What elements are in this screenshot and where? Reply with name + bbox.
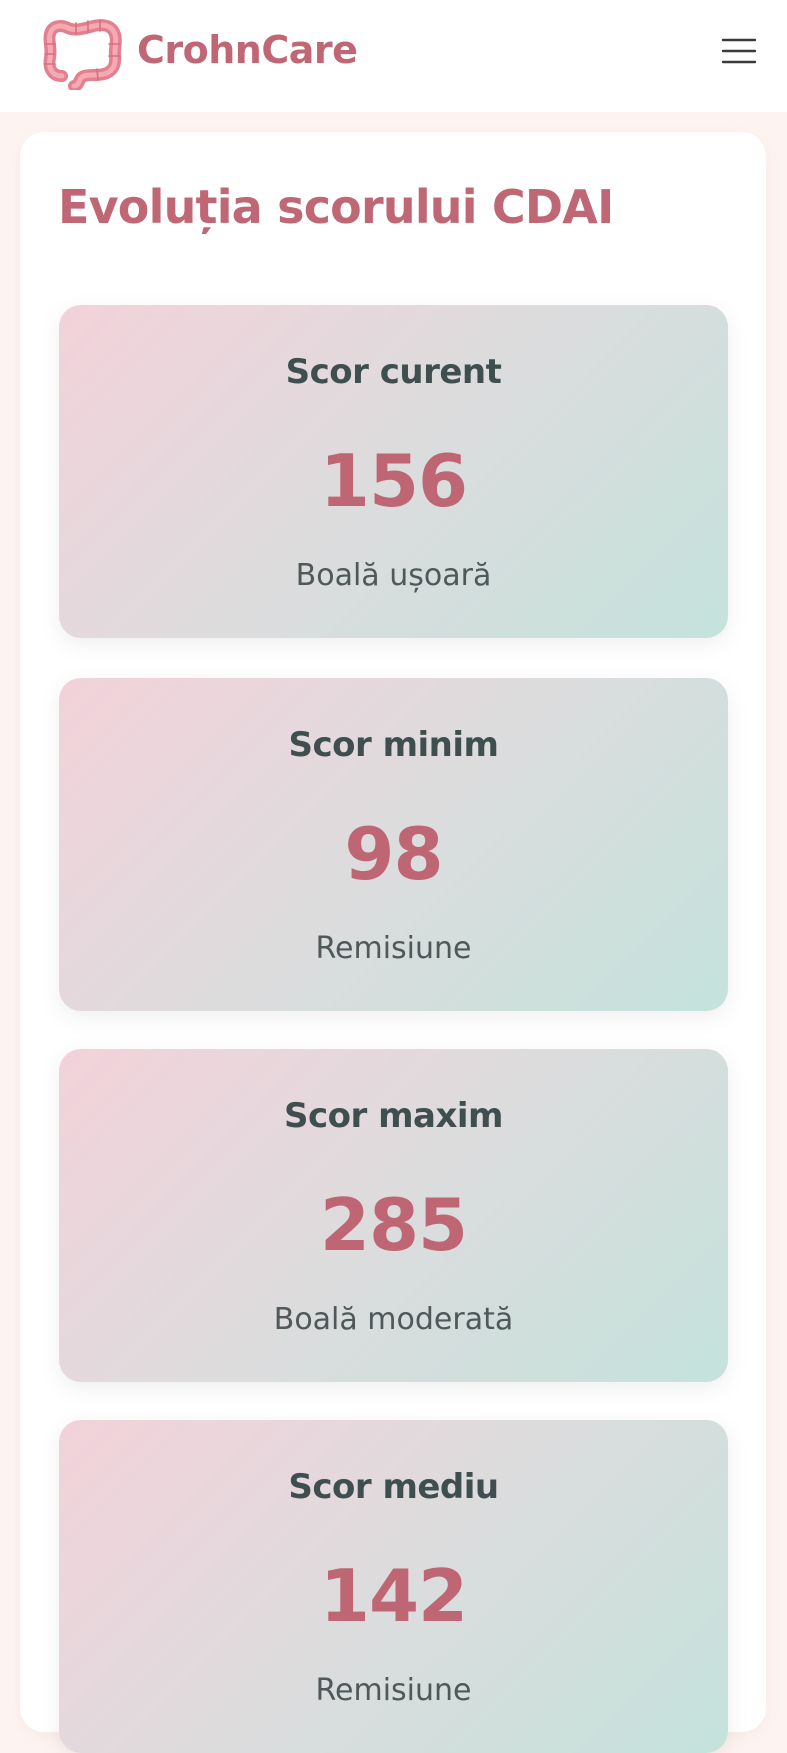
stat-label: Scor curent xyxy=(285,352,502,392)
brand-name[interactable]: CrohnCare xyxy=(137,24,358,76)
intestine-icon[interactable] xyxy=(42,14,122,92)
hamburger-menu-icon[interactable] xyxy=(718,34,760,68)
page-title: Evoluția scorului CDAI xyxy=(58,180,614,234)
stat-value: 285 xyxy=(319,1183,468,1267)
stat-value: 98 xyxy=(344,812,443,896)
stat-value: 142 xyxy=(319,1554,468,1638)
stat-card-minimum: Scor minim 98 Remisiune xyxy=(59,678,728,1011)
stat-label: Scor maxim xyxy=(284,1096,504,1136)
stat-description: Remisiune xyxy=(315,1673,472,1708)
stat-card-maximum: Scor maxim 285 Boală moderată xyxy=(59,1049,728,1382)
stat-label: Scor mediu xyxy=(288,1467,499,1507)
stat-card-current: Scor curent 156 Boală ușoară xyxy=(59,305,728,638)
stat-value: 156 xyxy=(319,439,468,523)
stat-description: Boală moderată xyxy=(273,1302,514,1337)
stat-description: Boală ușoară xyxy=(295,558,492,593)
stat-card-average: Scor mediu 142 Remisiune xyxy=(59,1420,728,1753)
stat-description: Remisiune xyxy=(315,931,472,966)
stat-label: Scor minim xyxy=(288,725,499,765)
top-navbar: CrohnCare xyxy=(0,0,787,112)
